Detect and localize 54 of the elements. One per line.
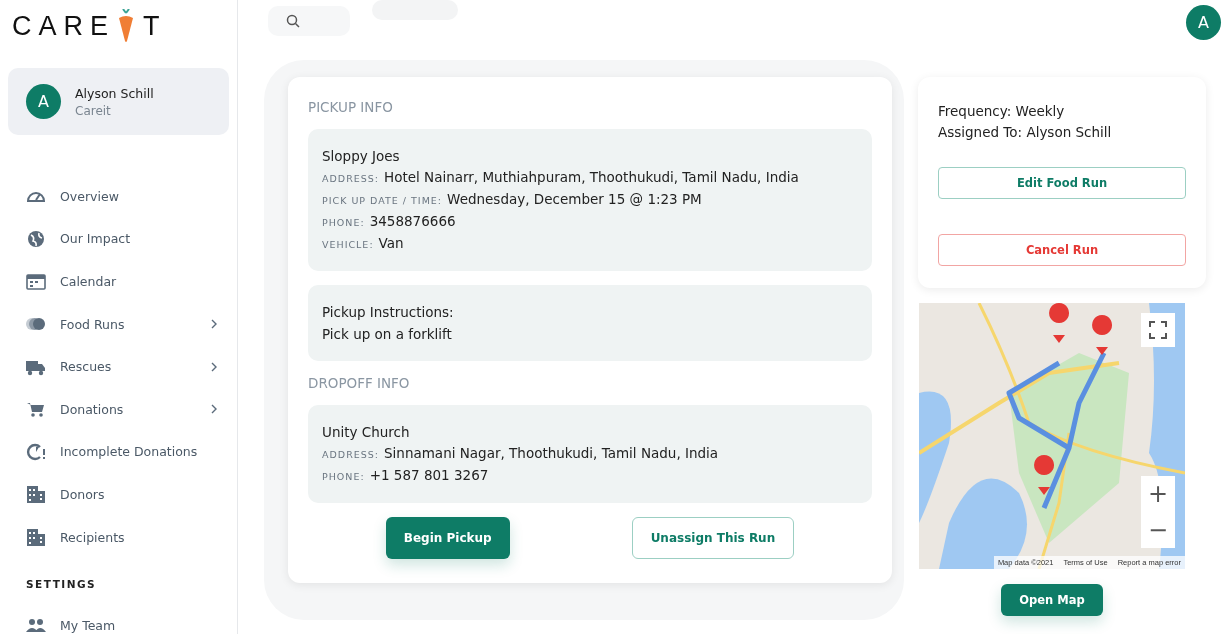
nav-item[interactable]: Donations <box>8 387 229 431</box>
building-icon <box>26 528 46 547</box>
avatar: A <box>26 84 61 119</box>
field-label: PHONE: <box>322 216 365 230</box>
field-label: PICK UP DATE / TIME: <box>322 194 443 208</box>
fullscreen-button[interactable] <box>1141 313 1175 347</box>
field-value: Wednesday, December 15 @ 1:23 PM <box>447 190 702 209</box>
place-name: Sloppy Joes <box>322 147 401 166</box>
nav-item[interactable]: Incomplete Donations <box>8 430 229 474</box>
clock-icon <box>26 442 46 461</box>
unassign-button[interactable]: Unassign This Run <box>631 517 795 559</box>
section-heading: PICKUP INFO <box>308 99 394 115</box>
field-label: ADDRESS: <box>322 172 379 186</box>
instructions-title: Pickup Instructions: <box>322 303 455 322</box>
nav-item[interactable]: My Team <box>8 604 229 634</box>
section-heading: DROPOFF INFO <box>308 375 411 391</box>
nav-item[interactable]: Food Runs <box>8 302 229 346</box>
carrot-icon <box>117 9 135 43</box>
calendar-icon <box>26 272 46 291</box>
section-heading: SETTINGS <box>25 577 98 593</box>
instructions-text: Pick up on a forklift <box>322 325 453 344</box>
cart-icon <box>26 400 46 419</box>
begin-button[interactable]: Begin Pickup <box>385 517 510 559</box>
place-name: Unity Church <box>322 423 411 442</box>
field-value: 3458876666 <box>369 212 456 231</box>
summary-line: Frequency: Weekly <box>938 102 1066 121</box>
nav-item[interactable]: Our Impact <box>8 217 229 261</box>
field-label: PHONE: <box>322 470 365 484</box>
user-name: Alyson Schill <box>75 85 154 101</box>
user-org: Careit <box>75 103 112 118</box>
search-field[interactable] <box>268 6 350 36</box>
edit-button[interactable]: Edit Food Run <box>938 167 1186 199</box>
logo: CARE T <box>11 8 168 45</box>
nav-item[interactable]: Rescues <box>8 345 229 388</box>
globe-icon <box>26 229 46 248</box>
nav-item[interactable]: Calendar <box>8 260 229 303</box>
user-card[interactable]: A Alyson Schill Careit <box>8 68 229 135</box>
nav-item[interactable]: Donors <box>8 473 229 516</box>
people-icon <box>26 616 46 634</box>
field-value: Van <box>378 234 404 253</box>
search-icon <box>286 14 300 28</box>
open-map-button[interactable]: Open Map <box>1001 584 1103 616</box>
cancel-button[interactable]: Cancel Run <box>938 234 1186 266</box>
avatar[interactable]: A <box>1186 5 1221 40</box>
nav-item[interactable]: Recipients <box>8 515 229 559</box>
field-value: Sinnamani Nagar, Thoothukudi, Tamil Nadu, India <box>384 444 719 463</box>
field-label: ADDRESS: <box>322 448 379 462</box>
nav-item[interactable]: Overview <box>8 175 229 218</box>
summary-line: Assigned To: Alyson Schill <box>938 123 1113 142</box>
building-icon <box>26 485 46 504</box>
field-value: Hotel Nainarr, Muthiahpuram, Thoothukudi, Tamil Nadu, India <box>384 168 799 187</box>
field-value: +1 587 801 3267 <box>369 466 489 485</box>
field-label: VEHICLE: <box>322 238 374 252</box>
fullscreen-icon <box>1149 321 1167 339</box>
